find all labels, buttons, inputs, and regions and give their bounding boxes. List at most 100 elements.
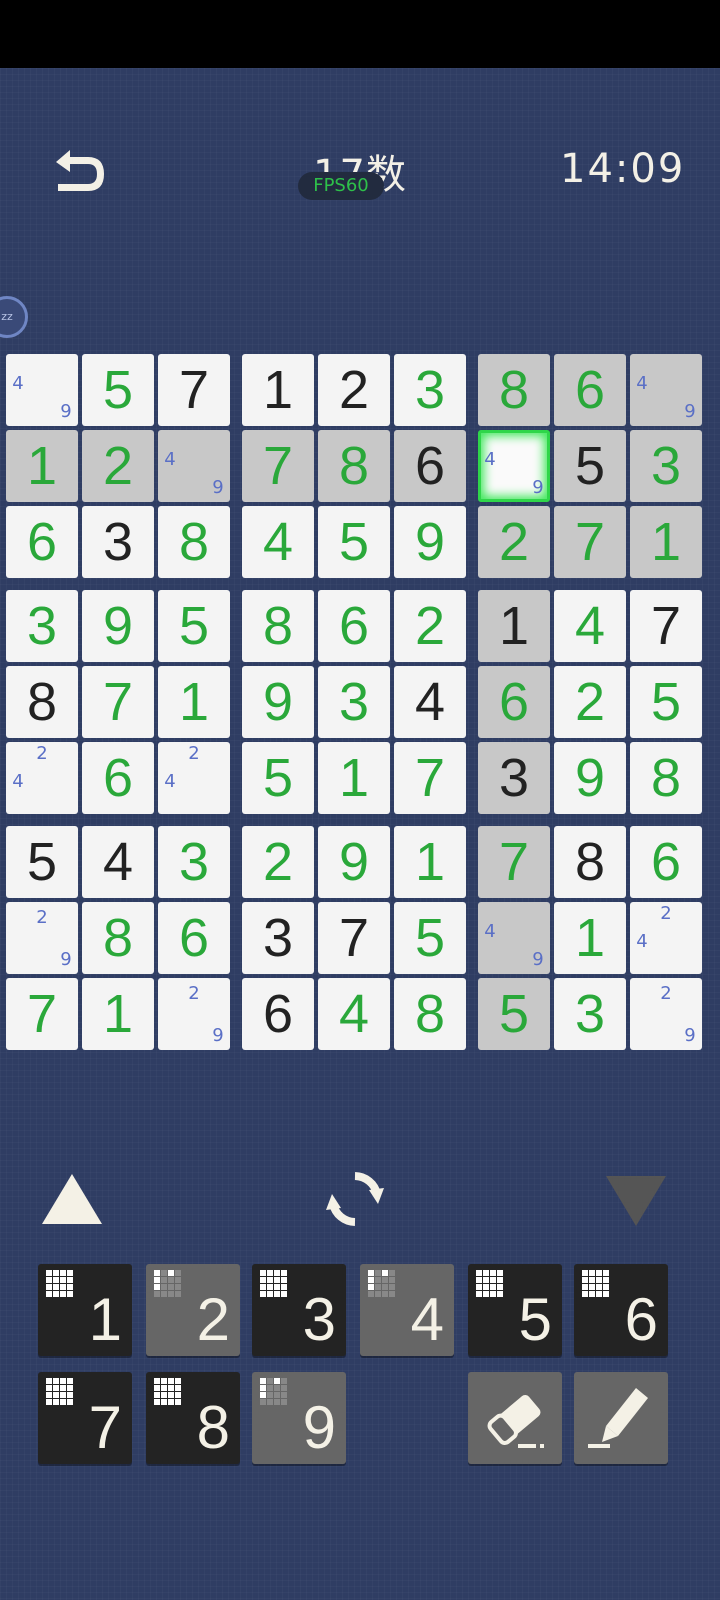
cell-r9c9[interactable]: 29 — [630, 978, 702, 1050]
cell-r5c8[interactable]: 2 — [554, 666, 626, 738]
cell-r1c5[interactable]: 2 — [318, 354, 390, 426]
cell-r4c2[interactable]: 9 — [82, 590, 154, 662]
cell-r4c5[interactable]: 6 — [318, 590, 390, 662]
cell-r2c2[interactable]: 2 — [82, 430, 154, 502]
cell-r2c8[interactable]: 5 — [554, 430, 626, 502]
cell-r6c4[interactable]: 5 — [242, 742, 314, 814]
back-arrow-icon[interactable] — [50, 148, 110, 200]
cell-r3c8[interactable]: 7 — [554, 506, 626, 578]
cell-r9c1[interactable]: 7 — [6, 978, 78, 1050]
cell-digit: 2 — [102, 436, 134, 496]
refresh-icon[interactable] — [322, 1166, 388, 1232]
triangle-down-icon[interactable] — [604, 1172, 668, 1230]
cell-r3c6[interactable]: 9 — [394, 506, 466, 578]
cell-r9c8[interactable]: 3 — [554, 978, 626, 1050]
cell-r3c1[interactable]: 6 — [6, 506, 78, 578]
number-button-5[interactable]: 5 — [468, 1264, 562, 1356]
cell-r1c9[interactable]: 49 — [630, 354, 702, 426]
cell-r8c1[interactable]: 29 — [6, 902, 78, 974]
cell-r2c4[interactable]: 7 — [242, 430, 314, 502]
cell-r5c5[interactable]: 3 — [318, 666, 390, 738]
cell-digit: 1 — [498, 596, 530, 656]
cell-r5c1[interactable]: 8 — [6, 666, 78, 738]
cell-r1c1[interactable]: 49 — [6, 354, 78, 426]
pencil-button[interactable] — [574, 1372, 668, 1464]
number-button-8[interactable]: 8 — [146, 1372, 240, 1464]
cell-r9c7[interactable]: 5 — [478, 978, 550, 1050]
cell-r5c2[interactable]: 7 — [82, 666, 154, 738]
cell-r8c9[interactable]: 42 — [630, 902, 702, 974]
eraser-button[interactable] — [468, 1372, 562, 1464]
number-button-4[interactable]: 4 — [360, 1264, 454, 1356]
cell-r3c3[interactable]: 8 — [158, 506, 230, 578]
cell-r6c3[interactable]: 42 — [158, 742, 230, 814]
cell-r1c6[interactable]: 3 — [394, 354, 466, 426]
cell-r7c6[interactable]: 1 — [394, 826, 466, 898]
cell-r5c9[interactable]: 5 — [630, 666, 702, 738]
cell-r8c5[interactable]: 7 — [318, 902, 390, 974]
number-button-1[interactable]: 1 — [38, 1264, 132, 1356]
cell-r6c2[interactable]: 6 — [82, 742, 154, 814]
cell-r7c9[interactable]: 6 — [630, 826, 702, 898]
cell-r9c2[interactable]: 1 — [82, 978, 154, 1050]
cell-r7c1[interactable]: 5 — [6, 826, 78, 898]
cell-r5c3[interactable]: 1 — [158, 666, 230, 738]
cell-r6c7[interactable]: 3 — [478, 742, 550, 814]
cell-r6c8[interactable]: 9 — [554, 742, 626, 814]
cell-r7c7[interactable]: 7 — [478, 826, 550, 898]
cell-r6c5[interactable]: 1 — [318, 742, 390, 814]
cell-r1c2[interactable]: 5 — [82, 354, 154, 426]
cell-r9c3[interactable]: 29 — [158, 978, 230, 1050]
number-button-3[interactable]: 3 — [252, 1264, 346, 1356]
number-button-6[interactable]: 6 — [574, 1264, 668, 1356]
cell-r4c9[interactable]: 7 — [630, 590, 702, 662]
cell-r2c5[interactable]: 8 — [318, 430, 390, 502]
cell-r1c4[interactable]: 1 — [242, 354, 314, 426]
cell-r2c1[interactable]: 1 — [6, 430, 78, 502]
cell-r6c1[interactable]: 42 — [6, 742, 78, 814]
cell-r4c6[interactable]: 2 — [394, 590, 466, 662]
cell-r8c2[interactable]: 8 — [82, 902, 154, 974]
cell-r7c5[interactable]: 9 — [318, 826, 390, 898]
cell-r1c7[interactable]: 8 — [478, 354, 550, 426]
cell-r2c6[interactable]: 6 — [394, 430, 466, 502]
cell-r5c6[interactable]: 4 — [394, 666, 466, 738]
cell-r4c7[interactable]: 1 — [478, 590, 550, 662]
cell-r3c2[interactable]: 3 — [82, 506, 154, 578]
cell-r2c7[interactable]: 49 — [478, 430, 550, 502]
cell-r2c9[interactable]: 3 — [630, 430, 702, 502]
cell-r1c8[interactable]: 6 — [554, 354, 626, 426]
cell-r9c6[interactable]: 8 — [394, 978, 466, 1050]
cell-r7c3[interactable]: 3 — [158, 826, 230, 898]
cell-r2c3[interactable]: 49 — [158, 430, 230, 502]
cell-r4c4[interactable]: 8 — [242, 590, 314, 662]
cell-r6c9[interactable]: 8 — [630, 742, 702, 814]
pencil-note: 4 — [164, 771, 176, 792]
cell-r8c7[interactable]: 49 — [478, 902, 550, 974]
cell-r4c3[interactable]: 5 — [158, 590, 230, 662]
cell-r5c7[interactable]: 6 — [478, 666, 550, 738]
cell-r8c6[interactable]: 5 — [394, 902, 466, 974]
number-button-7[interactable]: 7 — [38, 1372, 132, 1464]
cell-digit: 9 — [574, 748, 606, 808]
number-button-9[interactable]: 9 — [252, 1372, 346, 1464]
cell-r8c4[interactable]: 3 — [242, 902, 314, 974]
cell-r3c4[interactable]: 4 — [242, 506, 314, 578]
cell-r9c4[interactable]: 6 — [242, 978, 314, 1050]
cell-r8c3[interactable]: 6 — [158, 902, 230, 974]
cell-r3c5[interactable]: 5 — [318, 506, 390, 578]
cell-r4c1[interactable]: 3 — [6, 590, 78, 662]
cell-r7c8[interactable]: 8 — [554, 826, 626, 898]
cell-r3c9[interactable]: 1 — [630, 506, 702, 578]
cell-r7c2[interactable]: 4 — [82, 826, 154, 898]
cell-r7c4[interactable]: 2 — [242, 826, 314, 898]
cell-r6c6[interactable]: 7 — [394, 742, 466, 814]
cell-r1c3[interactable]: 7 — [158, 354, 230, 426]
cell-r3c7[interactable]: 2 — [478, 506, 550, 578]
cell-r9c5[interactable]: 4 — [318, 978, 390, 1050]
cell-r8c8[interactable]: 1 — [554, 902, 626, 974]
cell-r4c8[interactable]: 4 — [554, 590, 626, 662]
triangle-up-icon[interactable] — [40, 1170, 104, 1228]
number-button-2[interactable]: 2 — [146, 1264, 240, 1356]
cell-r5c4[interactable]: 9 — [242, 666, 314, 738]
